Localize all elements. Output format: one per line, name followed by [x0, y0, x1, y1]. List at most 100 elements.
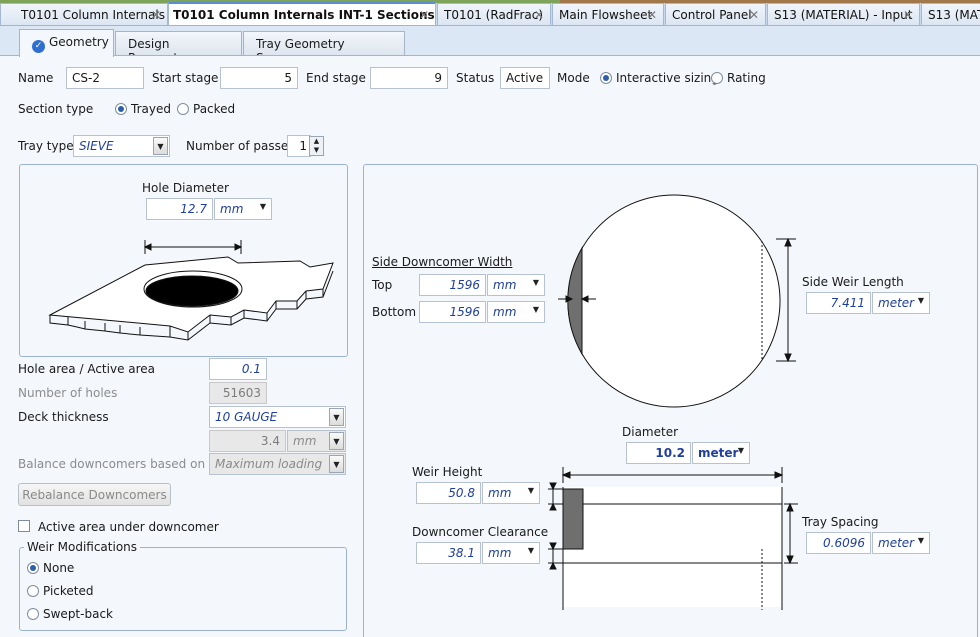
chevron-down-icon: ▼ — [329, 432, 344, 450]
mode-interactive-radio[interactable] — [600, 72, 612, 84]
bottom-width-unit-select[interactable]: mm ▼ — [487, 301, 545, 323]
hole-area-input[interactable]: 0.1 — [209, 358, 267, 380]
weir-none-radio[interactable] — [27, 562, 39, 574]
tab-tray-geometry-summary[interactable]: Tray Geometry Summary — [243, 31, 405, 65]
mode-label: Mode — [557, 71, 590, 85]
weir-swept-back-radio[interactable] — [27, 608, 39, 620]
doc-tab-control-panel[interactable]: Control Panel ✕ — [665, 3, 766, 25]
doc-tab-s13-input[interactable]: S13 (MATERIAL) - Input ✕ — [767, 3, 920, 25]
hole-area-label: Hole area / Active area — [18, 362, 156, 376]
chevron-down-icon: ▼ — [532, 305, 539, 314]
weir-height-label: Weir Height — [412, 465, 483, 479]
doc-tab-main-flowsheet[interactable]: Main Flowsheet ✕ — [552, 3, 664, 25]
weir-swept-back-label: Swept-back — [43, 607, 113, 621]
close-icon[interactable]: ✕ — [151, 8, 161, 22]
section-packed-radio[interactable] — [177, 103, 189, 115]
doc-tab-label: S13 (MATERIAL) - Input — [774, 8, 913, 22]
document-tab-bar: T0101 Column Internals ✕ T0101 Column In… — [0, 0, 980, 26]
chevron-up-icon[interactable]: ▲ — [310, 137, 323, 146]
sieve-tray-illustration — [48, 240, 334, 341]
checkmark-icon: ✓ — [32, 40, 45, 53]
diameter-unit-select[interactable]: meter ▼ — [692, 442, 750, 464]
doc-tab-column-internals[interactable]: T0101 Column Internals ✕ — [0, 3, 168, 25]
bottom-width-input[interactable]: 1596 — [419, 301, 486, 323]
close-icon[interactable]: ✕ — [749, 8, 759, 22]
section-packed-label: Packed — [193, 102, 236, 116]
downcomer-clearance-unit-select[interactable]: mm ▼ — [482, 542, 540, 564]
mode-rating-radio[interactable] — [711, 72, 723, 84]
tray-type-label: Tray type — [18, 139, 74, 153]
side-weir-length-label: Side Weir Length — [802, 275, 904, 289]
unit-value: meter — [878, 296, 915, 310]
top-label: Top — [372, 278, 393, 292]
tray-spacing-unit-select[interactable]: meter ▼ — [872, 532, 930, 554]
deck-thickness-select[interactable]: 10 GAUGE ▼ — [209, 406, 346, 428]
downcomer-clearance-input[interactable]: 38.1 — [416, 542, 481, 564]
passes-stepper[interactable]: ▲ ▼ — [309, 136, 324, 156]
end-stage-label: End stage — [306, 71, 366, 85]
tab-label: Geometry — [49, 35, 109, 49]
weir-height-input[interactable]: 50.8 — [416, 482, 481, 504]
doc-tab-radfrac[interactable]: T0101 (RadFrac) ✕ — [437, 3, 551, 25]
section-type-label: Section type — [18, 102, 94, 116]
section-trayed-label: Trayed — [131, 102, 171, 116]
close-icon[interactable]: ✕ — [647, 8, 657, 22]
chevron-down-icon[interactable]: ▼ — [153, 137, 168, 155]
chevron-down-icon[interactable]: ▼ — [310, 146, 323, 155]
passes-label: Number of passes — [186, 139, 295, 153]
downcomer-clearance-label: Downcomer Clearance — [412, 525, 549, 539]
deck-thickness-value-field: 3.4 — [209, 430, 286, 452]
doc-tab-label: S13 (MATERIAL) - Res — [928, 8, 980, 22]
status-field: Active — [500, 67, 550, 89]
doc-tab-label: Control Panel — [672, 8, 752, 22]
weir-height-unit-select[interactable]: mm ▼ — [482, 482, 540, 504]
bottom-label: Bottom — [372, 305, 417, 319]
chevron-down-icon: ▼ — [329, 455, 344, 473]
hole-diameter-panel: Hole Diameter 12.7 mm ▼ — [19, 164, 348, 357]
start-stage-input[interactable]: 5 — [220, 67, 298, 89]
diameter-input[interactable]: 10.2 — [626, 442, 691, 464]
close-icon[interactable]: ✕ — [534, 8, 544, 22]
active-area-label: Active area under downcomer — [38, 520, 219, 534]
rebalance-downcomers-button[interactable]: Rebalance Downcomers — [18, 483, 171, 506]
passes-input[interactable]: 1 — [287, 135, 311, 157]
mode-interactive-label: Interactive sizing — [616, 71, 719, 85]
weir-picketed-radio[interactable] — [27, 585, 39, 597]
balance-value: Maximum loading — [215, 457, 323, 471]
section-trayed-radio[interactable] — [115, 103, 127, 115]
close-icon[interactable]: ✕ — [419, 8, 429, 22]
deck-thickness-value: 10 GAUGE — [215, 410, 278, 424]
doc-tab-label: T0101 Column Internals — [21, 8, 165, 22]
active-area-checkbox[interactable] — [18, 520, 30, 532]
chevron-down-icon: ▼ — [917, 296, 924, 305]
tab-design-parameters[interactable]: Design Parameters — [115, 31, 242, 65]
doc-tab-s13-results[interactable]: S13 (MATERIAL) - Res — [921, 3, 980, 25]
deck-thickness-unit-select: mm ▼ — [287, 430, 346, 452]
chevron-down-icon: ▼ — [527, 486, 534, 495]
num-holes-label: Number of holes — [18, 386, 118, 400]
num-holes-field: 51603 — [209, 382, 267, 404]
top-width-unit-select[interactable]: mm ▼ — [487, 274, 545, 296]
start-stage-label: Start stage — [152, 71, 219, 85]
unit-value: mm — [493, 278, 517, 292]
diameter-label: Diameter — [622, 425, 679, 439]
tray-type-select[interactable]: SIEVE ▼ — [73, 135, 170, 157]
form-tab-bar: ✓ Geometry Design Parameters Tray Geometr… — [0, 26, 980, 65]
top-width-input[interactable]: 1596 — [419, 274, 486, 296]
status-label: Status — [456, 71, 495, 85]
doc-tab-label: Main Flowsheet — [559, 8, 653, 22]
side-weir-length-unit-select[interactable]: meter ▼ — [872, 292, 930, 314]
tab-geometry[interactable]: ✓ Geometry — [19, 29, 114, 57]
side-weir-length-input[interactable]: 7.411 — [806, 292, 871, 314]
balance-downcomers-label: Balance downcomers based on — [18, 457, 206, 471]
weir-none-label: None — [43, 561, 75, 575]
chevron-down-icon[interactable]: ▼ — [329, 408, 344, 426]
close-icon[interactable]: ✕ — [903, 8, 913, 22]
tray-type-value: SIEVE — [79, 139, 114, 153]
end-stage-input[interactable]: 9 — [370, 67, 448, 89]
weir-modifications-title: Weir Modifications — [24, 540, 141, 554]
doc-tab-column-internals-cs2[interactable]: T0101 Column Internals INT-1 Sections CS… — [168, 2, 470, 25]
tray-spacing-input[interactable]: 0.6096 — [806, 532, 871, 554]
name-input[interactable]: CS-2 — [66, 67, 144, 89]
unit-value: mm — [488, 486, 512, 500]
